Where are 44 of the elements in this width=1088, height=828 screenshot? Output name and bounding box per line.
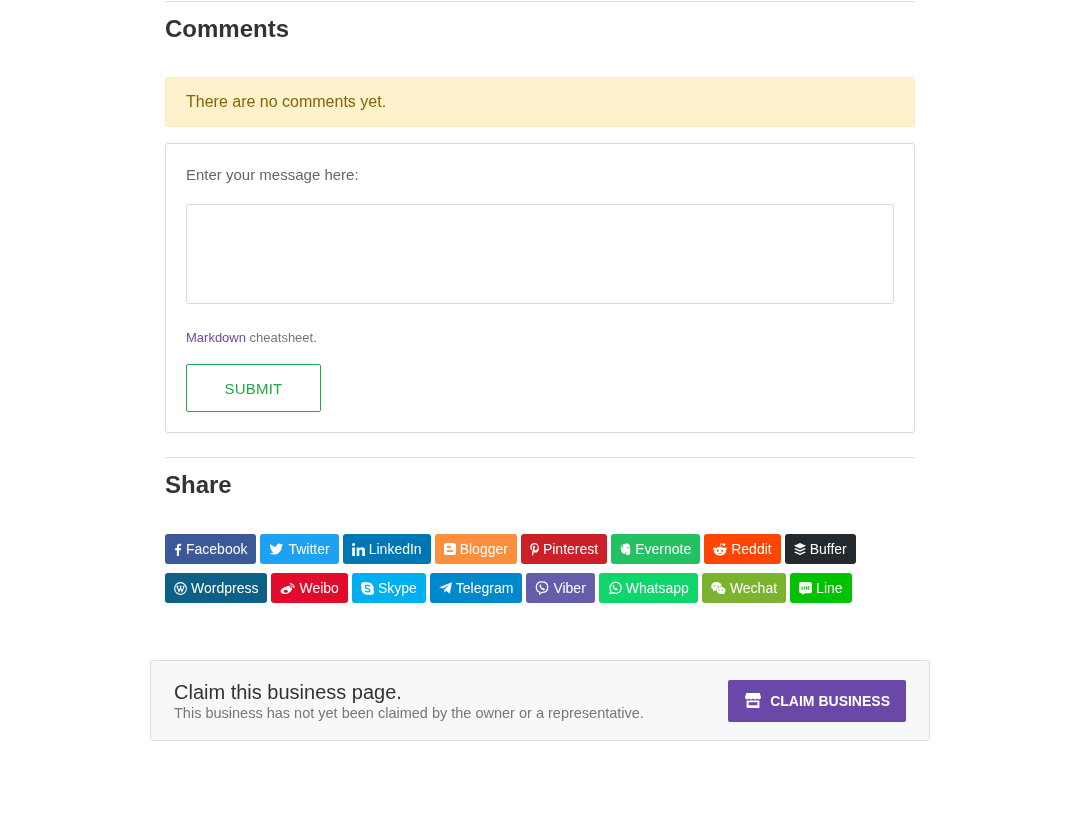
share-button[interactable]: Reddit	[704, 534, 781, 564]
share-button[interactable]: Pinterest	[520, 534, 608, 564]
claim-business-button[interactable]: CLAIM BUSINESS	[728, 679, 906, 722]
phone-bubble-icon	[607, 581, 622, 595]
share-button[interactable]: Wordpress	[165, 573, 268, 603]
help-text: Markdown cheatsheet.	[186, 329, 317, 347]
share-button[interactable]: Whatsapp	[598, 573, 698, 603]
share-button[interactable]: LinkedIn	[342, 534, 431, 564]
share-button[interactable]: Weibo	[271, 573, 348, 603]
swirl-eye-icon	[280, 581, 296, 595]
share-button[interactable]: Evernote	[611, 534, 701, 564]
comments-heading: Comments	[165, 14, 291, 43]
stacked-layers-icon	[793, 543, 806, 555]
share-button[interactable]: Wechat	[701, 573, 787, 603]
submit-button[interactable]: SUBMIT	[186, 364, 321, 412]
letter-f-icon	[174, 542, 182, 556]
alien-head-icon	[713, 542, 728, 556]
letter-p-icon	[529, 542, 539, 556]
claim-title: Claim this business page.	[174, 679, 403, 704]
share-button[interactable]: Viber	[526, 573, 595, 603]
paper-plane-icon	[438, 582, 452, 594]
chat-bubbles-icon	[710, 581, 726, 595]
share-button[interactable]: Facebook	[165, 534, 257, 564]
share-button[interactable]: Buffer	[784, 534, 856, 564]
share-button[interactable]: Blogger	[434, 534, 517, 564]
message-field[interactable]	[186, 204, 894, 304]
no-comments-notice: There are no comments yet.	[165, 77, 915, 127]
store-icon	[745, 693, 762, 708]
chat-bubble-icon	[799, 581, 813, 595]
share-button[interactable]: Telegram	[429, 573, 523, 603]
share-button[interactable]: Twitter	[260, 534, 339, 564]
message-label: Enter your message here:	[186, 165, 359, 185]
elephant-head-icon	[620, 542, 632, 556]
phone-bubble-icon	[535, 581, 550, 595]
letter-b-icon	[443, 543, 456, 555]
letter-s-icon	[360, 581, 374, 595]
share-button[interactable]: Line	[790, 573, 852, 603]
markdown-link[interactable]: Markdown	[186, 330, 246, 345]
in-letters-icon	[351, 542, 365, 556]
share-button[interactable]: Skype	[351, 573, 426, 603]
claim-subtitle: This business has not yet been claimed by the owner or a representative.	[174, 703, 644, 722]
w-circle-icon	[174, 581, 187, 595]
share-heading: Share	[165, 470, 233, 499]
bird-icon	[269, 543, 285, 555]
